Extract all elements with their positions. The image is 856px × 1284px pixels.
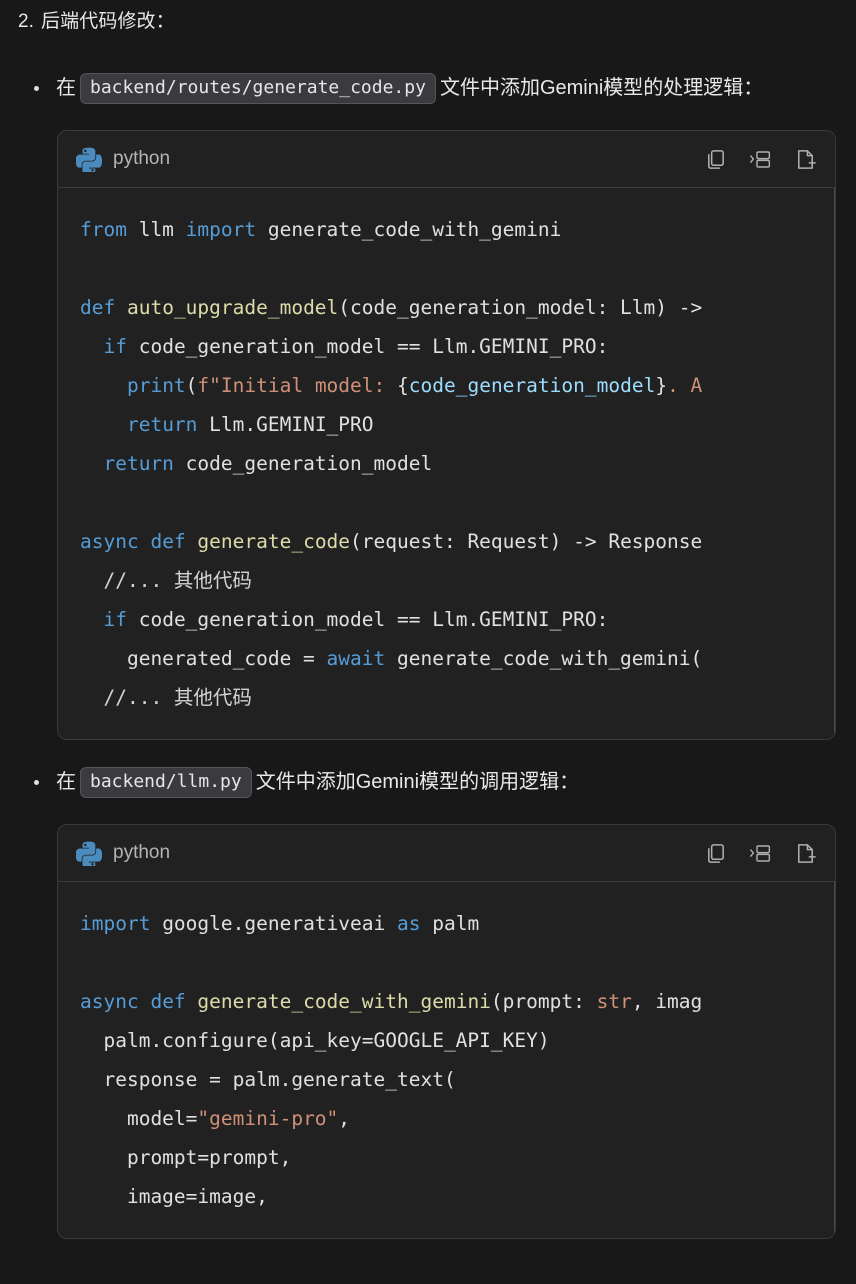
document-page: 2. 后端代码修改： 在 backend/routes/generate_code… <box>0 0 856 1284</box>
code-token: auto_upgrade_model <box>126 296 339 319</box>
bullet-lead-text: 在 <box>56 771 76 793</box>
code-language-label: python <box>113 842 171 863</box>
code-token: } <box>655 374 668 397</box>
code-token: model= <box>80 1107 198 1130</box>
python-logo-icon <box>76 147 102 172</box>
code-token: generate_code_with_gemini( <box>397 647 703 670</box>
code-token: image=image, <box>80 1185 268 1208</box>
list-item: 在 backend/llm.py 文件中添加Gemini模型的调用逻辑： <box>0 762 856 802</box>
code-token: palm.configure(api_key=GOOGLE_API_KEY) <box>80 1029 550 1052</box>
code-token: import <box>185 218 268 241</box>
code-token: prompt=prompt, <box>80 1146 292 1169</box>
bullet-trail-text: 文件中添加Gemini模型的调用逻辑： <box>255 771 580 793</box>
code-content[interactable]: import google.generativeai as palm async… <box>58 904 835 1216</box>
code-token: A <box>690 374 703 397</box>
section-number: 2. <box>18 11 35 32</box>
code-token: from <box>80 218 139 241</box>
copy-icon[interactable] <box>704 148 727 171</box>
code-token: google.generativeai <box>162 912 397 935</box>
code-token: async <box>80 990 151 1013</box>
code-token: "gemini-pro" <box>197 1107 339 1130</box>
inline-code-filepath: backend/llm.py <box>80 767 252 798</box>
code-token: async <box>80 530 151 553</box>
code-token: generate_code_with_gemini <box>267 218 562 241</box>
code-token: //... 其他代码 <box>80 686 252 709</box>
code-token: (code_generation_model: Llm) -> <box>338 296 703 319</box>
python-logo-icon <box>76 841 102 866</box>
bullet-list: 在 backend/routes/generate_code.py 文件中添加Gem… <box>0 68 856 1239</box>
new-file-icon[interactable] <box>794 842 817 865</box>
code-block-header: python <box>58 825 835 882</box>
split-view-icon[interactable] <box>749 842 772 865</box>
code-token: ( <box>185 374 198 397</box>
code-token: generate_code <box>197 530 351 553</box>
code-token: palm <box>432 912 480 935</box>
code-token: . <box>667 374 691 397</box>
code-token: def <box>150 990 198 1013</box>
code-horizontal-clip-edge <box>834 882 835 1238</box>
code-block-actions <box>704 842 817 865</box>
code-content[interactable]: from llm import generate_code_with_gemin… <box>58 210 835 717</box>
code-token: generate_code_with_gemini <box>197 990 491 1013</box>
code-token: f"Initial model: <box>197 374 398 397</box>
code-block: python <box>57 130 836 740</box>
code-token: if <box>103 608 139 631</box>
bullet-trail-text: 文件中添加Gemini模型的处理逻辑： <box>439 77 764 99</box>
code-token: def <box>80 296 127 319</box>
code-token: str <box>596 990 632 1013</box>
copy-icon[interactable] <box>704 842 727 865</box>
code-token: code_generation_model <box>408 374 656 397</box>
code-token: , imag <box>631 990 703 1013</box>
code-token: response = palm.generate_text( <box>80 1068 456 1091</box>
code-token: return <box>103 452 186 475</box>
code-token: import <box>80 912 163 935</box>
code-token: return <box>126 413 210 436</box>
list-item: 在 backend/routes/generate_code.py 文件中添加Gem… <box>0 68 856 108</box>
split-view-icon[interactable] <box>749 148 772 171</box>
code-token: await <box>326 647 397 670</box>
code-token: (prompt: <box>490 990 597 1013</box>
bullet-lead-text: 在 <box>56 77 76 99</box>
section-heading: 2. 后端代码修改： <box>0 0 856 36</box>
code-token: , <box>338 1107 351 1130</box>
code-token: code_generation_model == Llm.GEMINI_PRO: <box>138 608 609 631</box>
code-token: generated_code = <box>80 647 327 670</box>
code-token: //... 其他代码 <box>80 569 252 592</box>
code-block-body: import google.generativeai as palm async… <box>58 882 835 1238</box>
code-token: { <box>397 374 409 397</box>
inline-code-filepath: backend/routes/generate_code.py <box>80 73 436 104</box>
code-token: code_generation_model == Llm.GEMINI_PRO: <box>138 335 609 358</box>
code-token: def <box>150 530 198 553</box>
code-token: Llm.GEMINI_PRO <box>209 413 374 436</box>
code-block-body: from llm import generate_code_with_gemin… <box>58 188 835 739</box>
code-token: if <box>103 335 139 358</box>
code-horizontal-clip-edge <box>834 188 835 739</box>
code-language-label: python <box>113 148 171 169</box>
code-token: llm <box>138 218 186 241</box>
code-token: code_generation_model <box>185 452 433 475</box>
code-block-actions <box>704 148 817 171</box>
code-token: (request: Request) -> Response <box>350 530 703 553</box>
code-block: python <box>57 824 836 1239</box>
section-title: 后端代码修改： <box>41 11 175 32</box>
code-token: as <box>397 912 433 935</box>
code-token: print <box>126 374 186 397</box>
code-block-header: python <box>58 131 835 188</box>
new-file-icon[interactable] <box>794 148 817 171</box>
